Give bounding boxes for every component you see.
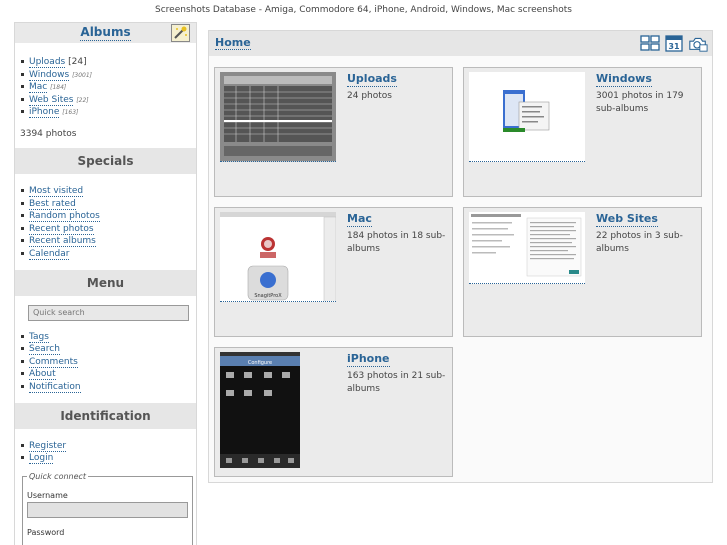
page-title[interactable]: Home — [215, 36, 251, 50]
specials-item-random-photos[interactable]: Random photos — [21, 210, 196, 223]
specials-item-recent-photos[interactable]: Recent photos — [21, 223, 196, 236]
album-count: [163] — [62, 109, 79, 117]
calendar-icon-day: 31 — [668, 42, 680, 51]
category-description: 24 photos — [347, 91, 392, 101]
category-description: 163 photos in 21 sub-albums — [347, 371, 446, 394]
category-description: 184 photos in 18 sub-albums — [347, 231, 446, 254]
album-item-web-sites[interactable]: Web Sites [22] — [21, 94, 196, 107]
header-icons: 31 — [640, 34, 708, 52]
menu-link[interactable]: Comments — [29, 356, 78, 368]
album-item-windows[interactable]: Windows [3001] — [21, 69, 196, 82]
specials-list: Most visited Best rated Random photos Re… — [15, 185, 196, 261]
specials-link[interactable]: Random photos — [29, 211, 100, 223]
category-card-iphone[interactable]: Configure iPhone 163 photos in 21 sub-al… — [214, 347, 453, 477]
password-label: Password — [27, 527, 65, 537]
category-thumbnail[interactable]: SnagitProX — [220, 212, 336, 302]
category-title[interactable]: Mac — [347, 212, 372, 227]
quick-connect-legend: Quick connect — [29, 471, 87, 481]
specials-item-calendar[interactable]: Calendar — [21, 248, 196, 261]
category-description: 22 photos in 3 sub-albums — [596, 231, 683, 254]
quick-search-input[interactable] — [28, 304, 189, 321]
album-count: [184] — [50, 84, 67, 92]
identification-heading: Identification — [15, 402, 196, 429]
category-card-mac[interactable]: SnagitProX Mac 184 photos in 18 sub-albu… — [214, 207, 453, 337]
album-item-mac[interactable]: Mac [184] — [21, 81, 196, 94]
specials-link[interactable]: Recent albums — [29, 236, 96, 248]
total-photos: 3394 photos — [20, 128, 77, 139]
category-card-web-sites[interactable]: Web Sites 22 photos in 3 sub-albums — [463, 207, 702, 337]
album-link[interactable]: Web Sites — [29, 94, 74, 106]
specials-link[interactable]: Best rated — [29, 198, 76, 210]
slideshow-icon[interactable] — [688, 34, 708, 52]
main-header: Home 31 — [209, 31, 712, 56]
category-thumbnail[interactable] — [220, 72, 336, 162]
identification-item-register[interactable]: Register — [21, 440, 196, 453]
albums-heading[interactable]: Albums — [15, 23, 196, 43]
category-thumbnail[interactable]: Configure — [220, 352, 300, 468]
iphone-thumb-title: Configure — [248, 360, 272, 366]
specials-link[interactable]: Calendar — [29, 248, 70, 260]
specials-item-best-rated[interactable]: Best rated — [21, 198, 196, 211]
category-description: 3001 photos in 179 sub-albums — [596, 91, 684, 114]
category-title[interactable]: Windows — [596, 72, 652, 87]
sidebar: Albums Uploads [24] Windows [3001] Mac [… — [14, 22, 197, 545]
menu-item-about[interactable]: About — [21, 368, 196, 381]
menu-link[interactable]: Tags — [29, 331, 49, 343]
magic-wand-icon[interactable] — [171, 24, 190, 42]
menu-heading: Menu — [15, 269, 196, 296]
menu-link[interactable]: Search — [29, 344, 60, 356]
site-title: Screenshots Database - Amiga, Commodore … — [155, 5, 572, 15]
mac-thumb-caption: SnagitProX — [254, 293, 282, 299]
menu-list: Tags Search Comments About Notification — [15, 331, 196, 394]
album-link[interactable]: Windows — [29, 69, 70, 81]
username-field[interactable] — [27, 501, 188, 518]
category-thumbnail[interactable] — [469, 72, 585, 162]
specials-link[interactable]: Recent photos — [29, 223, 94, 235]
quick-connect-form: Quick connect Username Password — [22, 471, 193, 545]
main-content: Home 31 Uploads 24 photos Windows 3001 p… — [208, 30, 713, 483]
menu-link[interactable]: Notification — [29, 381, 81, 393]
album-count: [3001] — [72, 71, 93, 79]
menu-item-search[interactable]: Search — [21, 343, 196, 356]
thumbnails-view-icon[interactable] — [640, 34, 660, 52]
calendar-icon[interactable]: 31 — [664, 34, 684, 52]
album-item-iphone[interactable]: iPhone [163] — [21, 106, 196, 119]
album-item-uploads[interactable]: Uploads [24] — [21, 56, 196, 69]
album-count: [24] — [68, 57, 87, 67]
identification-link[interactable]: Login — [29, 453, 54, 465]
specials-item-most-visited[interactable]: Most visited — [21, 185, 196, 198]
category-thumbnail[interactable] — [469, 212, 585, 284]
album-link[interactable]: iPhone — [29, 107, 60, 119]
category-title[interactable]: iPhone — [347, 352, 390, 367]
menu-item-notification[interactable]: Notification — [21, 381, 196, 394]
album-count: [22] — [76, 96, 89, 104]
specials-heading: Specials — [15, 147, 196, 174]
username-label: Username — [27, 490, 68, 500]
category-card-uploads[interactable]: Uploads 24 photos — [214, 67, 453, 197]
menu-link[interactable]: About — [29, 369, 56, 381]
albums-list: Uploads [24] Windows [3001] Mac [184] We… — [15, 56, 196, 119]
identification-list: Register Login — [15, 440, 196, 465]
menu-item-comments[interactable]: Comments — [21, 356, 196, 369]
menu-item-tags[interactable]: Tags — [21, 331, 196, 344]
specials-link[interactable]: Most visited — [29, 185, 84, 197]
identification-item-login[interactable]: Login — [21, 452, 196, 465]
album-link[interactable]: Mac — [29, 82, 48, 94]
category-title[interactable]: Uploads — [347, 72, 397, 87]
albums-heading-label[interactable]: Albums — [80, 25, 131, 41]
category-card-windows[interactable]: Windows 3001 photos in 179 sub-albums — [463, 67, 702, 197]
album-link[interactable]: Uploads — [29, 57, 66, 68]
identification-link[interactable]: Register — [29, 440, 67, 452]
category-title[interactable]: Web Sites — [596, 212, 658, 227]
specials-item-recent-albums[interactable]: Recent albums — [21, 235, 196, 248]
